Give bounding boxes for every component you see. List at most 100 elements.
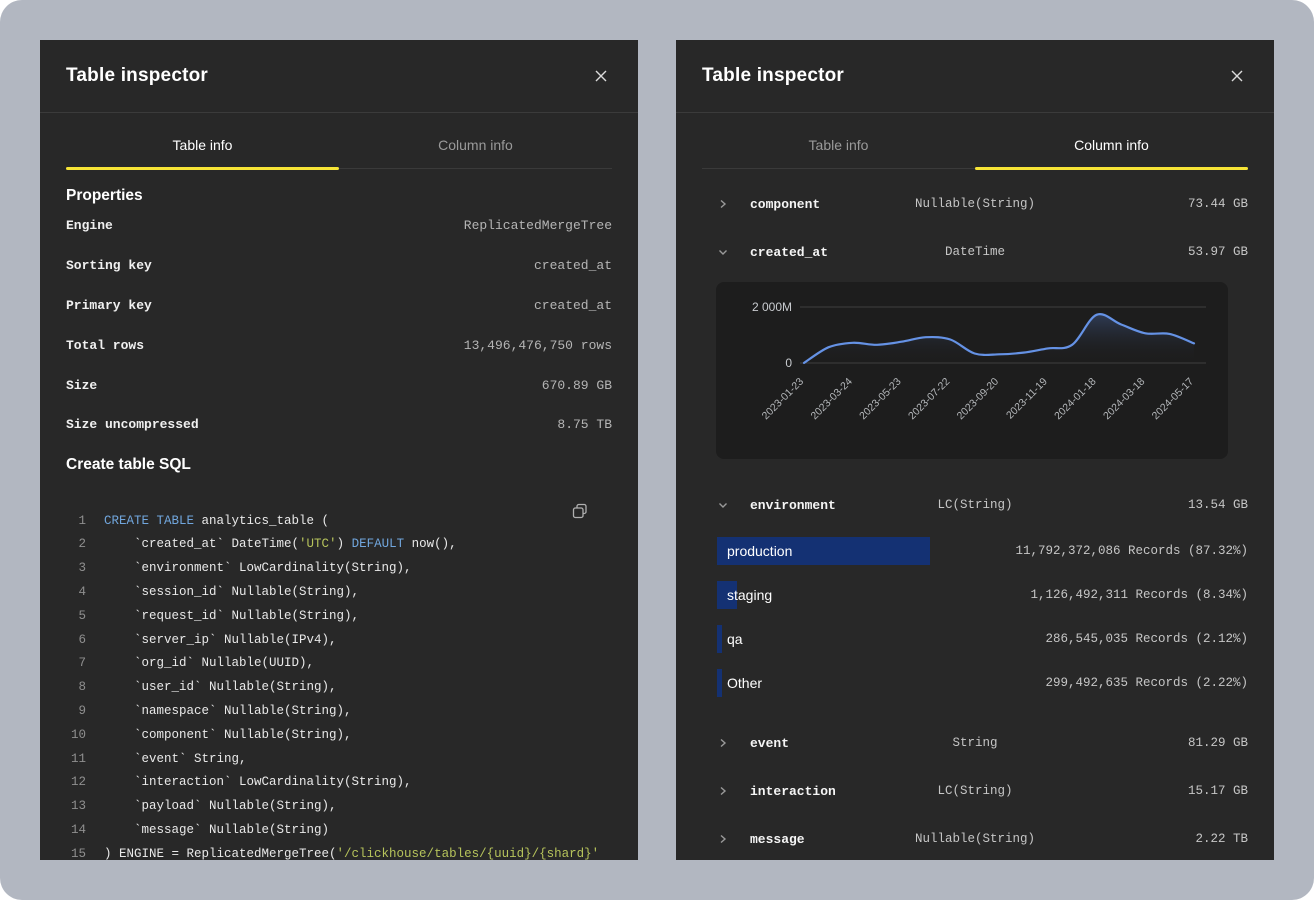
x-tick-label: 2023-03-24 <box>808 376 855 423</box>
x-tick-label: 2023-07-22 <box>906 376 953 423</box>
sql-text: ) ENGINE = ReplicatedMergeTree('/clickho… <box>104 847 599 860</box>
sql-text: `environment` LowCardinality(String), <box>104 561 412 575</box>
column-type: String <box>952 736 997 750</box>
value-label: staging <box>717 587 772 603</box>
sql-text: CREATE TABLE analytics_table ( <box>104 514 329 528</box>
line-number: 4 <box>66 585 86 599</box>
sql-code-line: 15) ENGINE = ReplicatedMergeTree('/click… <box>66 842 612 860</box>
y-tick-label-max: 2 000M <box>752 300 792 314</box>
tab-table-info[interactable]: Table info <box>66 113 339 168</box>
property-label: Sorting key <box>66 258 152 273</box>
property-value: 670.89 GB <box>542 378 612 393</box>
line-number: 3 <box>66 561 86 575</box>
line-chart: 2 000M 0 2023-01-232023-03-242023-05-232… <box>716 282 1228 459</box>
table-info-content: Properties EngineReplicatedMergeTreeSort… <box>40 186 638 860</box>
close-icon <box>594 69 608 83</box>
dialog-title: Table inspector <box>66 65 208 87</box>
line-number: 14 <box>66 823 86 837</box>
column-name: message <box>750 832 805 847</box>
chevron-right-icon <box>717 198 729 210</box>
chevron-right-icon <box>717 785 729 797</box>
sql-text: `payload` Nullable(String), <box>104 799 337 813</box>
column-row-event[interactable]: event String 81.29 GB <box>702 719 1248 767</box>
tab-table-info[interactable]: Table info <box>702 113 975 168</box>
value-records: 299,492,635 Records (2.22%) <box>1045 676 1248 690</box>
line-number: 2 <box>66 537 86 551</box>
sql-code-line: 4 `session_id` Nullable(String), <box>66 580 612 604</box>
column-name: created_at <box>750 245 828 260</box>
property-label: Total rows <box>66 338 144 353</box>
value-row-other: Other 299,492,635 Records (2.22%) <box>702 661 1248 705</box>
line-number: 13 <box>66 799 86 813</box>
chevron-right-icon-box <box>717 833 731 845</box>
sql-text: `request_id` Nullable(String), <box>104 609 359 623</box>
close-button[interactable] <box>590 65 612 87</box>
value-row-qa: qa286,545,035 Records (2.12%) <box>702 617 1248 661</box>
column-type: LC(String) <box>937 784 1012 798</box>
value-records: 11,792,372,086 Records (87.32%) <box>1015 544 1248 558</box>
tab-column-info[interactable]: Column info <box>975 113 1248 168</box>
property-label: Engine <box>66 218 113 233</box>
x-tick-label: 2024-05-17 <box>1150 376 1197 423</box>
copy-button[interactable] <box>570 501 590 521</box>
x-tick-label: 2023-11-19 <box>1004 376 1050 422</box>
sql-text: `created_at` DateTime('UTC') DEFAULT now… <box>104 537 457 551</box>
property-label: Size uncompressed <box>66 417 199 432</box>
tab-column-info[interactable]: Column info <box>339 113 612 168</box>
create-table-sql-heading: Create table SQL <box>66 455 612 475</box>
close-icon <box>1230 69 1244 83</box>
sql-text: `user_id` Nullable(String), <box>104 680 337 694</box>
value-label: production <box>717 543 792 559</box>
sql-code-line: 13 `payload` Nullable(String), <box>66 794 612 818</box>
table-inspector-dialog-column-info: Table inspector Table info Column info c… <box>676 40 1274 860</box>
column-name: environment <box>750 498 836 513</box>
property-label: Size <box>66 378 97 393</box>
sql-code-line: 7 `org_id` Nullable(UUID), <box>66 652 612 676</box>
column-type: Nullable(String) <box>915 197 1035 211</box>
property-value: 13,496,476,750 rows <box>464 338 612 353</box>
created-at-distribution-chart: 2 000M 0 2023-01-232023-03-242023-05-232… <box>716 282 1228 459</box>
column-row-message[interactable]: messageNullable(String)2.22 TB <box>702 815 1248 860</box>
tab-bar: Table info Column info <box>702 113 1248 169</box>
property-row: EngineReplicatedMergeTree <box>66 206 612 246</box>
line-number: 1 <box>66 514 86 528</box>
line-number: 12 <box>66 775 86 789</box>
line-number: 6 <box>66 633 86 647</box>
property-row: Size uncompressed8.75 TB <box>66 405 612 445</box>
chevron-right-icon <box>717 737 729 749</box>
property-row: Total rows 13,496,476,750 rows <box>66 325 612 365</box>
sql-text: `message` Nullable(String) <box>104 823 329 837</box>
chevron-right-icon-box <box>717 198 731 210</box>
column-row-component[interactable]: componentNullable(String)73.44 GB <box>702 180 1248 228</box>
sql-code-line: 9 `namespace` Nullable(String), <box>66 699 612 723</box>
column-size: 81.29 GB <box>1188 736 1248 750</box>
property-value: created_at <box>534 298 612 313</box>
dialog-header: Table inspector <box>676 40 1274 113</box>
column-row-environment[interactable]: environmentLC(String)13.54 GB <box>702 481 1248 529</box>
sql-code-line: 11 `event` String, <box>66 747 612 771</box>
sql-lines: 1 CREATE TABLE analytics_table ( 2 `create… <box>66 509 612 860</box>
line-number: 5 <box>66 609 86 623</box>
chevron-right-icon-box <box>717 737 731 749</box>
dialog-title: Table inspector <box>702 65 844 87</box>
sql-text: `server_ip` Nullable(IPv4), <box>104 633 337 647</box>
column-row-interaction[interactable]: interactionLC(String)15.17 GB <box>702 767 1248 815</box>
value-bar-zone: Other <box>717 669 957 697</box>
chevron-down-icon <box>717 246 729 258</box>
sql-text: `namespace` Nullable(String), <box>104 704 352 718</box>
property-row: Size 670.89 GB <box>66 365 612 405</box>
x-tick-label: 2024-01-18 <box>1052 376 1099 423</box>
line-number: 8 <box>66 680 86 694</box>
sql-text: `interaction` LowCardinality(String), <box>104 775 412 789</box>
value-label: qa <box>717 631 743 647</box>
copy-icon <box>572 503 588 519</box>
column-type: LC(String) <box>937 498 1012 512</box>
desktop-background: Table inspector Table info Column info P… <box>0 0 1314 900</box>
column-row-created_at[interactable]: created_atDateTime53.97 GB <box>702 228 1248 276</box>
sql-code-line: 14 `message` Nullable(String) <box>66 818 612 842</box>
property-row: Primary keycreated_at <box>66 286 612 326</box>
column-name: event <box>750 736 789 751</box>
sql-code-block: 1 CREATE TABLE analytics_table ( 2 `create… <box>66 491 612 860</box>
column-size: 53.97 GB <box>1188 245 1248 259</box>
close-button[interactable] <box>1226 65 1248 87</box>
